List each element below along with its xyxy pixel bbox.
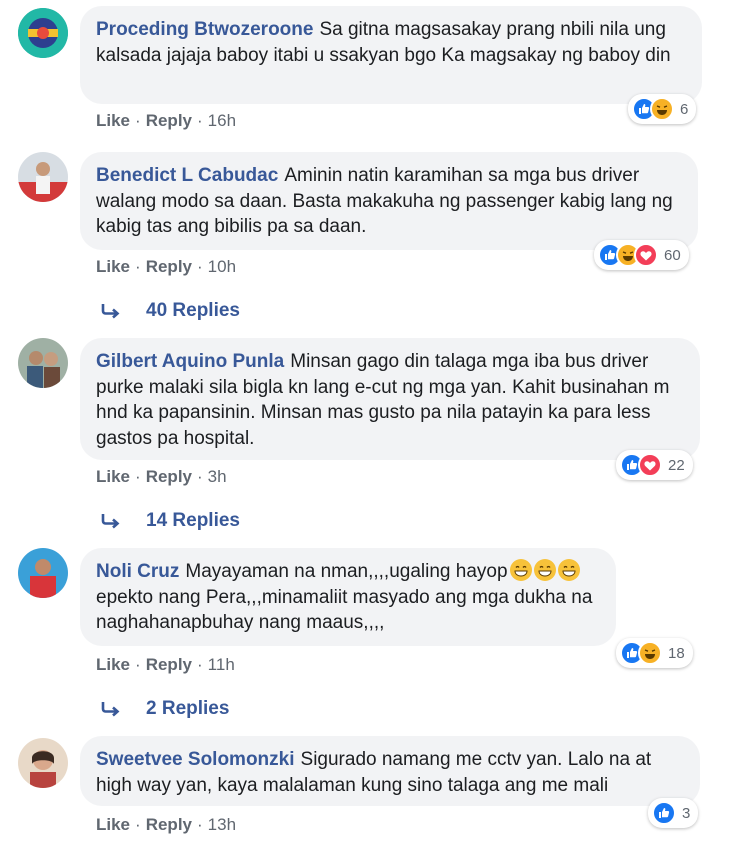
comment-timestamp[interactable]: 3h xyxy=(208,467,227,486)
like-link[interactable]: Like xyxy=(96,815,130,834)
reply-arrow-icon xyxy=(101,702,120,717)
reaction-count: 6 xyxy=(680,100,689,118)
like-link[interactable]: Like xyxy=(96,111,130,130)
comment-author[interactable]: Benedict L Cabudac xyxy=(96,165,278,186)
reply-link[interactable]: Reply xyxy=(146,257,192,276)
comment-bubble: Noli Cruz Mayayaman na nman,,,,ugaling ha… xyxy=(80,548,616,646)
comment-author[interactable]: Proceding Btwozeroone xyxy=(96,19,313,40)
avatar[interactable] xyxy=(18,8,68,58)
grin-emoji xyxy=(557,559,580,581)
haha-icon xyxy=(650,97,674,121)
comment-author[interactable]: Noli Cruz xyxy=(96,561,179,582)
reply-link[interactable]: Reply xyxy=(146,655,192,674)
comment-timestamp[interactable]: 11h xyxy=(208,655,235,674)
comment-bubble: Proceding Btwozeroone Sa gitna magsasakay… xyxy=(80,6,702,104)
separator: · xyxy=(197,257,203,276)
separator: · xyxy=(135,257,141,276)
like-link[interactable]: Like xyxy=(96,467,130,486)
reaction-summary[interactable]: 22 xyxy=(616,450,693,480)
reaction-count: 60 xyxy=(664,246,681,264)
like-icon xyxy=(652,801,676,825)
separator: · xyxy=(135,815,141,834)
reaction-summary[interactable]: 60 xyxy=(594,240,689,270)
comment-bubble: Gilbert Aquino Punla Minsan gago din tala… xyxy=(80,338,700,460)
comment-author[interactable]: Gilbert Aquino Punla xyxy=(96,351,284,372)
separator: · xyxy=(135,655,141,674)
reaction-summary[interactable]: 18 xyxy=(616,638,693,668)
love-icon xyxy=(638,453,662,477)
reply-link[interactable]: Reply xyxy=(146,467,192,486)
reaction-summary[interactable]: 6 xyxy=(628,94,697,124)
replies-count-label: 40 Replies xyxy=(146,300,240,321)
comment-timestamp[interactable]: 10h xyxy=(208,257,236,276)
avatar[interactable] xyxy=(18,338,68,388)
reaction-count: 3 xyxy=(682,804,691,822)
view-replies-link[interactable]: 14 Replies xyxy=(100,510,240,532)
comment-actions: Like · Reply · 3h xyxy=(96,467,227,487)
comment-actions: Like · Reply · 16h xyxy=(96,111,236,131)
grin-emoji xyxy=(509,559,532,581)
reply-arrow-icon xyxy=(101,304,120,319)
avatar[interactable] xyxy=(18,548,68,598)
comment-actions: Like · Reply · 11h xyxy=(96,655,235,675)
love-icon xyxy=(634,243,658,267)
replies-count-label: 14 Replies xyxy=(146,510,240,531)
separator: · xyxy=(135,467,141,486)
like-link[interactable]: Like xyxy=(96,655,130,674)
separator: · xyxy=(197,467,203,486)
like-link[interactable]: Like xyxy=(96,257,130,276)
view-replies-link[interactable]: 40 Replies xyxy=(100,300,240,322)
reaction-count: 22 xyxy=(668,456,685,474)
comment-author[interactable]: Sweetvee Solomonzki xyxy=(96,749,295,770)
reaction-summary[interactable]: 3 xyxy=(648,798,699,828)
reaction-count: 18 xyxy=(668,644,685,662)
separator: · xyxy=(197,111,203,130)
grin-emoji xyxy=(533,559,556,581)
replies-count-label: 2 Replies xyxy=(146,698,230,719)
comment-timestamp[interactable]: 13h xyxy=(208,815,236,834)
comment-actions: Like · Reply · 13h xyxy=(96,815,236,835)
haha-icon xyxy=(638,641,662,665)
separator: · xyxy=(197,655,203,674)
comment-bubble: Sweetvee Solomonzki Sigurado namang me cc… xyxy=(80,736,700,806)
comment-bubble: Benedict L Cabudac Aminin natin karamihan… xyxy=(80,152,698,250)
separator: · xyxy=(135,111,141,130)
reply-arrow-icon xyxy=(101,514,120,529)
reply-link[interactable]: Reply xyxy=(146,815,192,834)
view-replies-link[interactable]: 2 Replies xyxy=(100,698,229,720)
reply-link[interactable]: Reply xyxy=(146,111,192,130)
comment-actions: Like · Reply · 10h xyxy=(96,257,236,277)
separator: · xyxy=(197,815,203,834)
comment-timestamp[interactable]: 16h xyxy=(208,111,236,130)
comment-text-continued: epekto nang Pera,,,minamaliit masyado an… xyxy=(96,586,593,634)
comment-text: Mayayaman na nman,,,,ugaling hayop xyxy=(185,561,508,582)
avatar[interactable] xyxy=(18,738,68,788)
avatar[interactable] xyxy=(18,152,68,202)
